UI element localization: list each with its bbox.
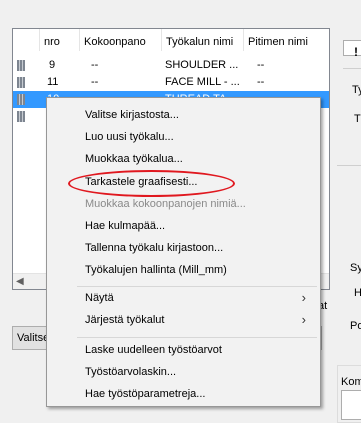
menu-item-get-angle-head[interactable]: Hae kulmapää... [47, 215, 320, 237]
tool-icon [17, 60, 25, 71]
column-assembly[interactable]: Kokoonpano [80, 29, 162, 51]
menu-separator [77, 337, 317, 338]
tool-icon [17, 77, 25, 88]
cell-assembly: -- [91, 59, 99, 71]
tool-icon [17, 94, 25, 105]
right-label-ty: Ty [352, 84, 361, 96]
right-label-kom: Kom [341, 376, 361, 388]
menu-item-label: Tarkastele graafisesti... [85, 176, 198, 188]
column-icon[interactable] [13, 29, 40, 51]
menu-item-recalculate-feeds[interactable]: Laske uudelleen työstöarvot [47, 339, 320, 361]
cell-assembly: -- [91, 76, 99, 88]
menu-item-label: Laske uudelleen työstöarvot [85, 344, 222, 356]
menu-item-edit-assembly-names: Muokkaa kokoonpanojen nimiä... [47, 193, 320, 215]
table-row[interactable]: 9 -- SHOULDER ... -- [13, 57, 329, 74]
cell-nro: 11 [47, 76, 59, 88]
menu-item-label: Valitse kirjastosta... [85, 109, 179, 121]
menu-item-feed-calculator[interactable]: Työstöarvolaskin... [47, 361, 320, 383]
menu-item-label: Muokkaa työkalua... [85, 153, 183, 165]
select-button[interactable]: Valitse [12, 326, 50, 350]
menu-item-sort-tools[interactable]: Järjestä työkalut › [47, 309, 320, 331]
context-menu: Valitse kirjastosta... Luo uusi työkalu.… [46, 97, 321, 407]
cell-tool-name: SHOULDER ... [165, 59, 239, 71]
menu-item-label: Hae työstöparametreja... [85, 388, 206, 400]
cell-holder: -- [257, 76, 265, 88]
menu-item-save-tool-to-library[interactable]: Tallenna työkalu kirjastoon... [47, 237, 320, 259]
cell-nro: 9 [49, 59, 56, 71]
menu-item-select-from-library[interactable]: Valitse kirjastosta... [47, 104, 320, 126]
menu-item-edit-tool[interactable]: Muokkaa työkalua... [47, 148, 320, 170]
menu-item-label: Luo uusi työkalu... [85, 131, 174, 143]
right-field[interactable] [343, 40, 361, 56]
right-label-sy: Sy [350, 262, 361, 274]
menu-item-tool-manager[interactable]: Työkalujen hallinta (Mill_mm) [47, 259, 320, 281]
column-holder-name[interactable]: Pitimen nimi [244, 29, 329, 51]
column-tool-name[interactable]: Työkalun nimi [162, 29, 244, 51]
divider [343, 68, 361, 69]
cell-tool-name: FACE MILL - ... [165, 76, 240, 88]
cell-holder: -- [257, 59, 265, 71]
tool-list-header: nro Kokoonpano Työkalun nimi Pitimen nim… [13, 29, 329, 51]
divider [337, 165, 361, 166]
menu-item-get-machining-parameters[interactable]: Hae työstöparametreja... [47, 383, 320, 405]
menu-item-label: Hae kulmapää... [85, 220, 166, 232]
column-nro[interactable]: nro [40, 29, 80, 51]
menu-item-show[interactable]: Näytä › [47, 287, 320, 309]
menu-item-label: Muokkaa kokoonpanojen nimiä... [85, 198, 246, 210]
menu-item-label: Näytä [85, 292, 114, 304]
menu-item-view-graphically[interactable]: Tarkastele graafisesti... [47, 171, 320, 193]
chevron-right-icon: › [301, 290, 306, 305]
right-marker: ! [354, 45, 358, 59]
tool-icon [17, 111, 25, 122]
table-row[interactable]: 11 -- FACE MILL - ... -- [13, 74, 329, 91]
menu-item-create-new-tool[interactable]: Luo uusi työkalu... [47, 126, 320, 148]
menu-item-label: Työstöarvolaskin... [85, 366, 177, 378]
right-label-t: T [354, 113, 361, 125]
comment-field[interactable] [341, 390, 361, 420]
menu-item-label: Työkalujen hallinta (Mill_mm) [85, 264, 227, 276]
menu-item-label: Tallenna työkalu kirjastoon... [85, 242, 224, 254]
right-label-h: H [354, 287, 361, 299]
scroll-left-icon[interactable]: ◀ [16, 274, 24, 289]
menu-item-label: Järjestä työkalut [85, 314, 165, 326]
right-label-po: Po [350, 320, 361, 332]
chevron-right-icon: › [301, 312, 306, 327]
